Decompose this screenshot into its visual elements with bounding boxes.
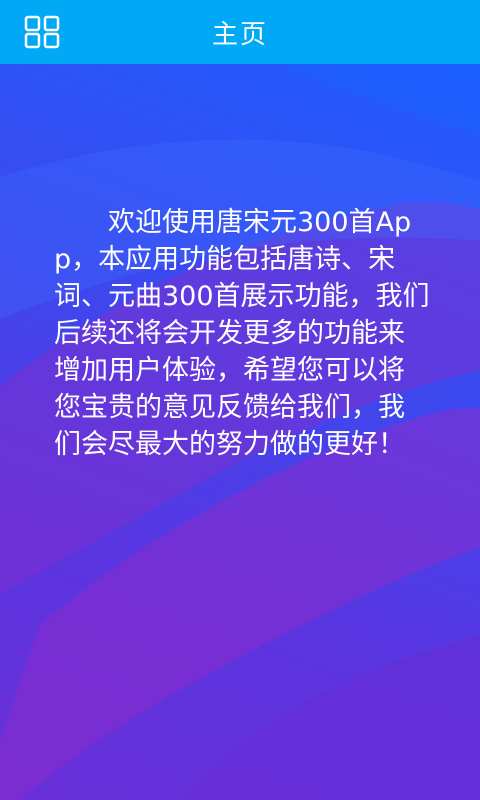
top-app-bar: 主页 — [0, 0, 480, 64]
intro-paragraph: 欢迎使用唐宋元300首App，本应用功能包括唐诗、宋词、元曲300首展示功能，我… — [54, 207, 430, 460]
app-screen: 主页 欢迎使用唐宋元300首App，本应用功能包括唐诗、宋词、元曲300首展示功… — [0, 0, 480, 800]
menu-button[interactable] — [24, 15, 60, 49]
main-content: 欢迎使用唐宋元300首App，本应用功能包括唐诗、宋词、元曲300首展示功能，我… — [0, 64, 480, 800]
page-title: 主页 — [211, 19, 268, 50]
grid-menu-icon — [24, 15, 60, 49]
